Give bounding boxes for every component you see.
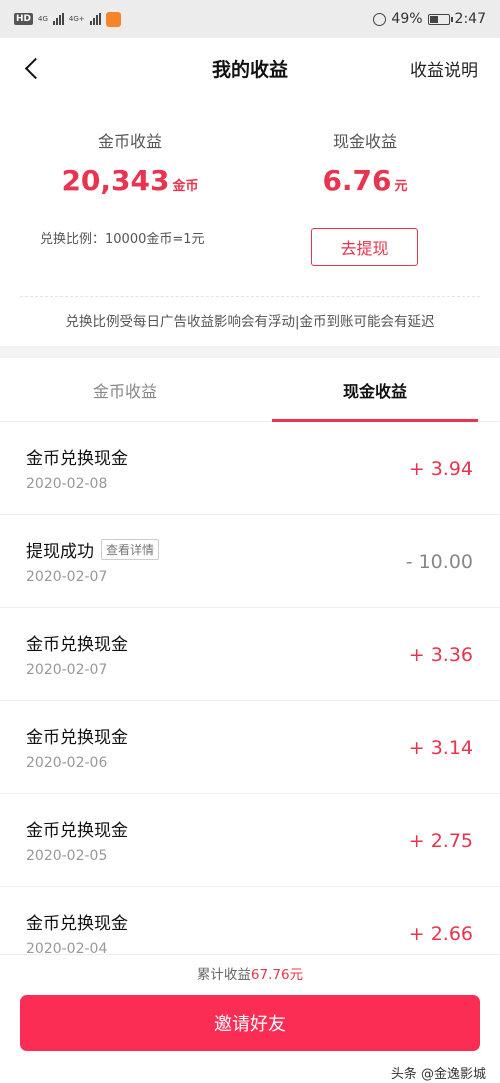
record-amount: + 2.66 — [408, 923, 473, 945]
network-type-1: 4G — [38, 14, 48, 23]
footer: 累计收益67.76元 邀请好友 头条 @金逸影城 — [0, 954, 500, 1083]
coins-value-wrap: 20,343 金币 — [40, 164, 220, 197]
cash-value-wrap: 6.76 元 — [270, 164, 460, 197]
record-amount: + 3.14 — [408, 737, 473, 759]
list-item[interactable]: 金币兑换现金 2020-02-04 + 2.66 — [0, 887, 500, 954]
tab-cash[interactable]: 现金收益 — [250, 358, 500, 422]
cash-unit: 元 — [394, 179, 408, 194]
record-title-wrap: 金币兑换现金 — [26, 630, 128, 655]
record-amount: + 3.94 — [408, 458, 473, 480]
coins-unit: 金币 — [172, 179, 199, 194]
list-item[interactable]: 金币兑换现金 2020-02-05 + 2.75 — [0, 794, 500, 887]
earnings-summary: 金币收益 20,343 金币 现金收益 6.76 元 兑换比例：10000金币=1元… — [0, 98, 500, 346]
record-date: 2020-02-04 — [26, 941, 108, 954]
battery-percent: 49% — [391, 11, 423, 27]
network-type-2: 4G+ — [68, 14, 85, 23]
record-title-wrap: 金币兑换现金 — [26, 444, 128, 469]
earnings-info-link[interactable]: 收益说明 — [410, 56, 478, 81]
record-title: 金币兑换现金 — [26, 821, 128, 841]
list-item[interactable]: 提现成功 查看详情 2020-02-07 - 10.00 — [0, 515, 500, 608]
hd-icon: HD — [14, 13, 34, 25]
battery-fill — [429, 15, 439, 23]
page-title: 我的收益 — [211, 58, 288, 81]
app-notification-icon — [105, 11, 121, 27]
record-title: 提现成功 — [26, 542, 94, 562]
cash-earnings: 现金收益 6.76 元 — [270, 128, 460, 197]
record-date: 2020-02-08 — [26, 476, 108, 492]
battery-icon — [427, 13, 453, 25]
cash-records-list: 金币兑换现金 2020-02-08 + 3.94 提现成功 查看详情 2020-0… — [0, 422, 500, 954]
tab-coins[interactable]: 金币收益 — [0, 358, 250, 422]
signal-icon — [52, 13, 64, 25]
exchange-ratio: 兑换比例：10000金币=1元 — [40, 232, 205, 247]
total-earnings: 累计收益67.76元 — [0, 963, 500, 983]
record-amount: + 3.36 — [408, 644, 473, 666]
alarm-icon — [373, 12, 387, 26]
chevron-left-icon — [24, 57, 46, 79]
record-date: 2020-02-07 — [26, 569, 108, 585]
section-gap — [0, 346, 500, 358]
record-title-wrap: 金币兑换现金 — [26, 723, 128, 748]
record-title: 金币兑换现金 — [26, 449, 128, 469]
total-label: 累计收益 — [196, 967, 251, 983]
withdraw-button[interactable]: 去提现 — [311, 228, 418, 266]
clock: 2:47 — [454, 11, 486, 27]
record-date: 2020-02-07 — [26, 662, 108, 678]
record-title: 金币兑换现金 — [26, 635, 128, 655]
nav-header: 我的收益 收益说明 — [0, 38, 500, 98]
coins-label: 金币收益 — [97, 132, 162, 151]
status-bar: HD 4G 4G+ 49% 2:47 — [0, 0, 500, 38]
total-value: 67.76元 — [250, 967, 304, 983]
status-right: 49% 2:47 — [373, 11, 486, 27]
record-title: 金币兑换现金 — [26, 728, 128, 748]
coins-value: 20,343 — [61, 164, 170, 197]
record-amount: + 2.75 — [408, 830, 473, 852]
list-item[interactable]: 金币兑换现金 2020-02-07 + 3.36 — [0, 608, 500, 701]
record-title-wrap: 提现成功 查看详情 — [26, 537, 160, 562]
watermark: 头条 @金逸影城 — [390, 1067, 486, 1082]
cash-label: 现金收益 — [332, 132, 397, 151]
earnings-tabs: 金币收益 现金收益 — [0, 358, 500, 422]
exchange-notice: 兑换比例受每日广告收益影响会有浮动|金币到账可能会有延迟 — [65, 314, 435, 330]
divider — [20, 296, 480, 297]
record-date: 2020-02-05 — [26, 848, 108, 864]
record-title-wrap: 金币兑换现金 — [26, 909, 128, 934]
record-title-wrap: 金币兑换现金 — [26, 816, 128, 841]
invite-friends-button[interactable]: 邀请好友 — [20, 995, 480, 1051]
record-date: 2020-02-06 — [26, 755, 108, 771]
back-button[interactable] — [18, 52, 46, 84]
signal-icon-2 — [89, 13, 101, 25]
coins-earnings: 金币收益 20,343 金币 — [40, 128, 220, 197]
record-title: 金币兑换现金 — [26, 914, 128, 934]
view-details-button[interactable]: 查看详情 — [101, 539, 160, 560]
list-item[interactable]: 金币兑换现金 2020-02-06 + 3.14 — [0, 701, 500, 794]
record-amount: - 10.00 — [405, 551, 473, 573]
list-item[interactable]: 金币兑换现金 2020-02-08 + 3.94 — [0, 422, 500, 515]
status-left: HD 4G 4G+ — [14, 11, 121, 27]
cash-value: 6.76 — [322, 164, 392, 197]
